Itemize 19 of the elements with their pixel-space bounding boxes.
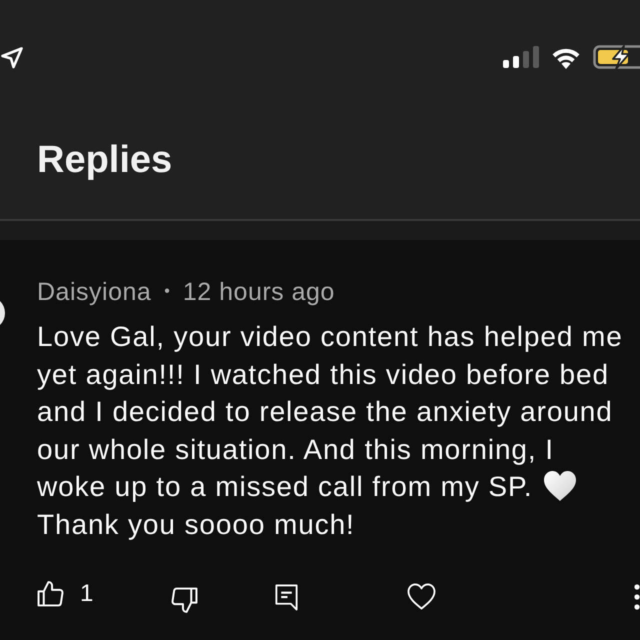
comment-text: Thank you soooo much! xyxy=(37,508,355,542)
comment-text: woke up to a missed call from my SP. xyxy=(37,470,533,504)
comment-time: 12 hours ago xyxy=(182,278,335,306)
like-button[interactable]: 1 xyxy=(37,580,94,608)
comment-icon xyxy=(273,584,300,612)
page-title: Replies xyxy=(37,138,172,183)
separator-dot: • xyxy=(164,282,170,302)
thumbs-down-icon xyxy=(171,587,198,614)
heart-icon xyxy=(542,470,577,502)
more-button[interactable] xyxy=(634,584,640,610)
heart-button[interactable] xyxy=(407,583,436,610)
heart-outline-icon xyxy=(407,583,436,610)
thumbs-up-icon xyxy=(37,580,64,608)
signal-icon xyxy=(503,46,539,68)
more-icon xyxy=(634,584,640,610)
dislike-button[interactable] xyxy=(171,587,198,614)
comment-author[interactable]: Daisyiona xyxy=(37,278,152,306)
location-arrow-icon xyxy=(0,46,24,70)
reply-button[interactable] xyxy=(273,584,300,612)
